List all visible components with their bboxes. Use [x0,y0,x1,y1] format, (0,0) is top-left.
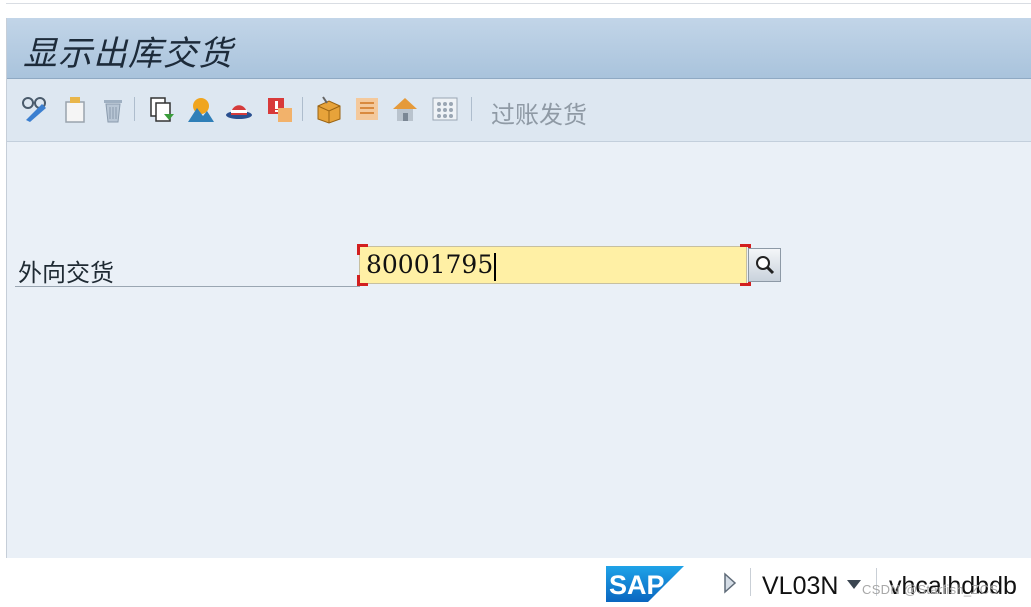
outbound-delivery-input[interactable]: 80001795 [359,246,747,284]
outbound-delivery-label: 外向交货 [18,259,114,287]
expand-status-icon[interactable] [722,572,738,594]
application-toolbar: 过账发货 [7,79,1031,142]
copy-document-icon[interactable] [145,92,177,126]
focus-corner [357,244,368,255]
watermark: CSDN @Starfish_ZCS [862,582,999,597]
status-bar: SAP VL03N vhcalhdbdb CSDN @Starfish_ZCS [0,558,1031,607]
landscape-icon[interactable] [185,92,217,126]
outbound-delivery-value: 80001795 [366,250,494,279]
transaction-code: VL03N [762,572,839,600]
toolbar-separator [134,97,135,121]
magnifier-icon [755,256,774,275]
house-icon[interactable] [389,92,421,126]
package-icon[interactable] [313,92,345,126]
grid-icon[interactable] [429,92,461,126]
delete-icon[interactable] [97,92,129,126]
sap-logo-text: SAP [609,570,665,600]
title-bar: 显示出库交货 [7,18,1031,79]
toolbar-separator [471,97,472,121]
focus-corner [357,275,368,286]
display-change-icon[interactable] [19,92,51,126]
window-top-edge [0,0,1031,18]
toolbar-separator [302,97,303,121]
sap-logo: SAP [606,566,684,602]
post-goods-issue-button[interactable]: 过账发货 [491,95,587,130]
hat-icon[interactable] [223,92,255,126]
label-underline [15,286,360,287]
search-help-button[interactable] [748,248,781,282]
chevron-down-icon[interactable] [846,578,862,590]
text-cursor [494,252,497,281]
alert-icon[interactable] [263,92,295,126]
status-divider [750,568,751,596]
create-icon[interactable] [59,92,91,126]
sap-window: 显示出库交货 过账发货 外向交货 80001795 [6,18,1031,559]
list-icon[interactable] [351,92,383,126]
outbound-delivery-field-wrapper: 80001795 [357,244,751,286]
page-title: 显示出库交货 [23,34,233,74]
